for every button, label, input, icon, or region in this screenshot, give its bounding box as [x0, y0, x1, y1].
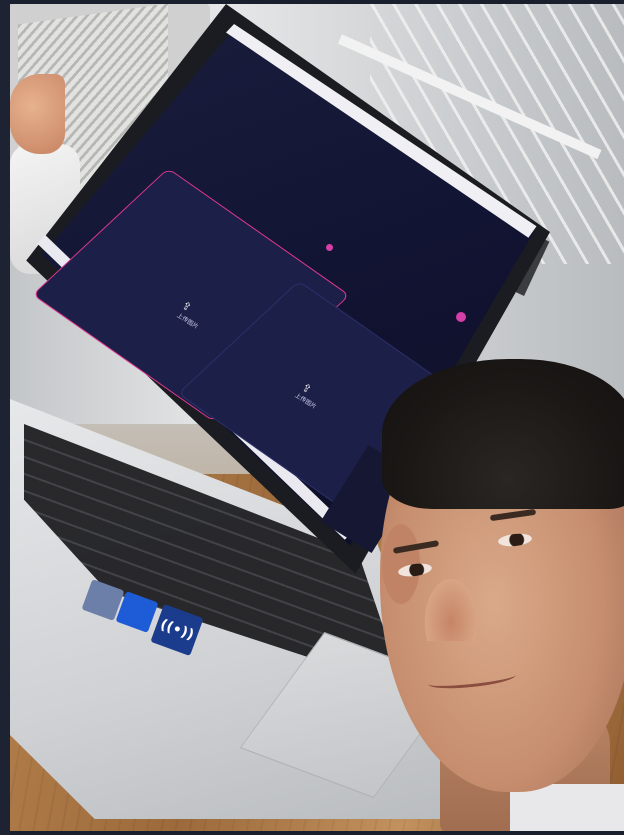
person-nose: [425, 579, 477, 641]
notification-dot-icon: [326, 244, 333, 251]
frame-edge: [0, 0, 10, 835]
photo: ((•)) ⇪ 上传图片 ⇪ 上传图片: [10, 4, 624, 831]
person-hair: [382, 359, 624, 509]
image-frame: ((•)) ⇪ 上传图片 ⇪ 上传图片: [0, 0, 624, 835]
pink-object: [10, 74, 65, 154]
brand-logo-icon: [456, 312, 466, 322]
